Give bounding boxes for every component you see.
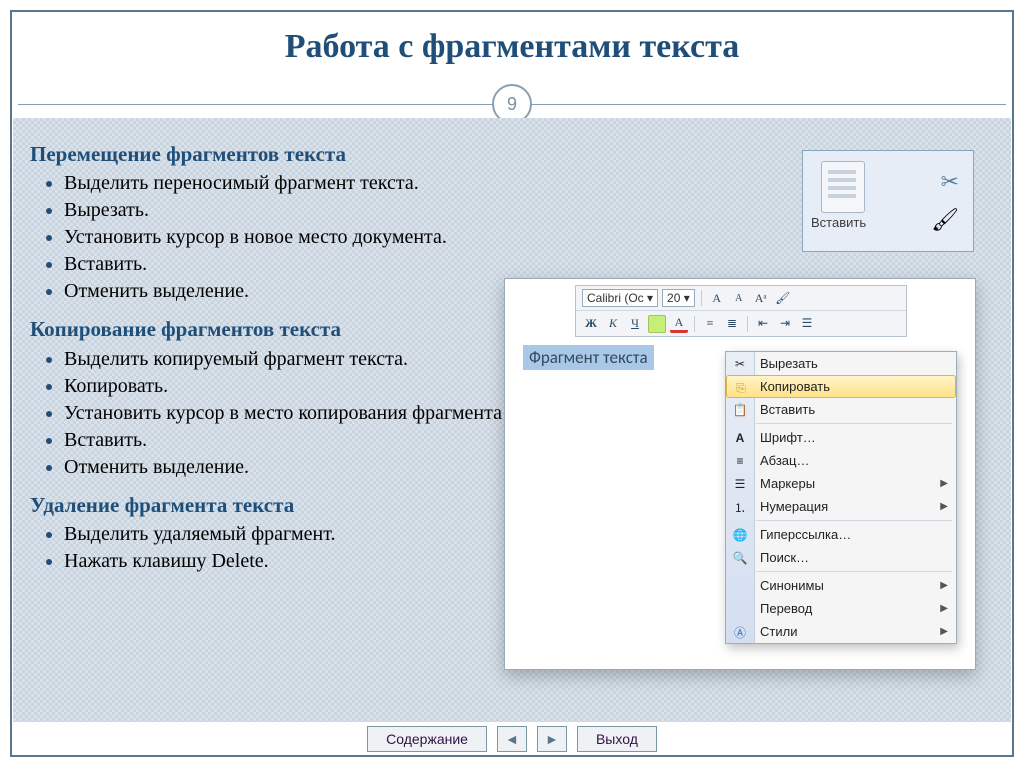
word-window: Calibri (Ос ▾ 20 ▾ A A Aᵃ 🖌 Ж К Ч A ≡ ≣ … (504, 278, 976, 670)
ctx-hyperlink[interactable]: 🌐 Гиперссылка… (726, 523, 956, 546)
list-item: Выделить переносимый фрагмент текста. (64, 170, 670, 197)
align-left-icon[interactable]: ≡ (701, 316, 719, 332)
align-center-icon[interactable]: ≣ (723, 316, 741, 332)
ctx-translate[interactable]: Перевод ▶ (726, 597, 956, 620)
underline-icon[interactable]: Ч (626, 316, 644, 332)
submenu-arrow-icon: ▶ (940, 501, 948, 512)
font-size-box[interactable]: 20 ▾ (662, 289, 695, 307)
highlight-icon[interactable] (648, 315, 666, 333)
font-family-box[interactable]: Calibri (Ос ▾ (582, 289, 658, 307)
paragraph-icon: ≡ (732, 453, 748, 469)
ctx-font[interactable]: A Шрифт… (726, 426, 956, 449)
change-case-icon[interactable]: Aᵃ (752, 290, 770, 306)
ctx-synonyms[interactable]: Синонимы ▶ (726, 574, 956, 597)
ctx-copy[interactable]: ⎘ Копировать (726, 375, 956, 398)
ctx-paragraph[interactable]: ≡ Абзац… (726, 449, 956, 472)
ctx-find-label: Поиск… (760, 550, 809, 565)
ctx-styles[interactable]: Ⓐ Стили ▶ (726, 620, 956, 643)
ctx-find[interactable]: 🔍 Поиск… (726, 546, 956, 569)
paste-label[interactable]: Вставить (811, 215, 866, 230)
ctx-styles-label: Стили (760, 624, 797, 639)
ctx-hyperlink-label: Гиперссылка… (760, 527, 851, 542)
prev-slide-button[interactable]: ◄ (497, 726, 527, 752)
slide-title: Работа с фрагментами текста (0, 28, 1024, 66)
paste-icon[interactable] (821, 161, 865, 213)
list-item: Вставить. (64, 251, 670, 278)
cut-icon: ✂ (732, 356, 748, 372)
cut-icon[interactable]: ✂ (941, 169, 959, 195)
italic-icon[interactable]: К (604, 316, 622, 332)
ctx-paragraph-label: Абзац… (760, 453, 809, 468)
increase-indent-icon[interactable]: ⇥ (776, 316, 794, 332)
submenu-arrow-icon: ▶ (940, 626, 948, 637)
ctx-cut[interactable]: ✂ Вырезать (726, 352, 956, 375)
page-rule: 9 (18, 90, 1006, 118)
decrease-indent-icon[interactable]: ⇤ (754, 316, 772, 332)
ctx-cut-label: Вырезать (760, 356, 818, 371)
clipboard-panel: Вставить ✂ 🖌 (802, 150, 974, 252)
ctx-paste[interactable]: 📋 Вставить (726, 398, 956, 421)
ctx-separator (756, 520, 952, 521)
paste-icon: 📋 (732, 402, 748, 418)
exit-button[interactable]: Выход (577, 726, 657, 752)
format-painter-icon[interactable]: 🖌 (774, 290, 792, 306)
copy-icon: ⎘ (733, 380, 749, 396)
ctx-separator (756, 423, 952, 424)
context-menu: ✂ Вырезать ⎘ Копировать 📋 Вставить A Шри… (725, 351, 957, 644)
shrink-font-icon[interactable]: A (730, 290, 748, 306)
format-painter-icon[interactable]: 🖌 (931, 207, 959, 233)
numbering-icon: ⒈ (732, 499, 748, 515)
font-color-icon[interactable]: A (670, 314, 688, 333)
ctx-numbering-label: Нумерация (760, 499, 828, 514)
ctx-font-label: Шрифт… (760, 430, 816, 445)
selected-text[interactable]: Фрагмент текста (523, 345, 654, 370)
ctx-translate-label: Перевод (760, 601, 812, 616)
find-icon: 🔍 (732, 550, 748, 566)
ctx-synonyms-label: Синонимы (760, 578, 824, 593)
submenu-arrow-icon: ▶ (940, 478, 948, 489)
grow-font-icon[interactable]: A (708, 290, 726, 306)
ctx-bullets[interactable]: ☰ Маркеры ▶ (726, 472, 956, 495)
list-item: Установить курсор в новое место документ… (64, 224, 670, 251)
ctx-numbering[interactable]: ⒈ Нумерация ▶ (726, 495, 956, 518)
ctx-paste-label: Вставить (760, 402, 815, 417)
list-item: Вырезать. (64, 197, 670, 224)
bullets-icon[interactable]: ☰ (798, 316, 816, 332)
ctx-copy-label: Копировать (760, 379, 830, 394)
styles-icon: Ⓐ (732, 624, 748, 640)
ctx-separator (756, 571, 952, 572)
bullets-icon: ☰ (732, 476, 748, 492)
section-heading-move: Перемещение фрагментов текста (30, 140, 670, 168)
hyperlink-icon: 🌐 (732, 527, 748, 543)
submenu-arrow-icon: ▶ (940, 603, 948, 614)
next-slide-button[interactable]: ► (537, 726, 567, 752)
bottom-nav: Содержание ◄ ► Выход (0, 726, 1024, 752)
ctx-bullets-label: Маркеры (760, 476, 815, 491)
submenu-arrow-icon: ▶ (940, 580, 948, 591)
font-icon: A (732, 430, 748, 446)
mini-toolbar: Calibri (Ос ▾ 20 ▾ A A Aᵃ 🖌 Ж К Ч A ≡ ≣ … (575, 285, 907, 337)
bold-icon[interactable]: Ж (582, 316, 600, 332)
slide: Работа с фрагментами текста 9 Перемещени… (0, 0, 1024, 767)
contents-button[interactable]: Содержание (367, 726, 487, 752)
